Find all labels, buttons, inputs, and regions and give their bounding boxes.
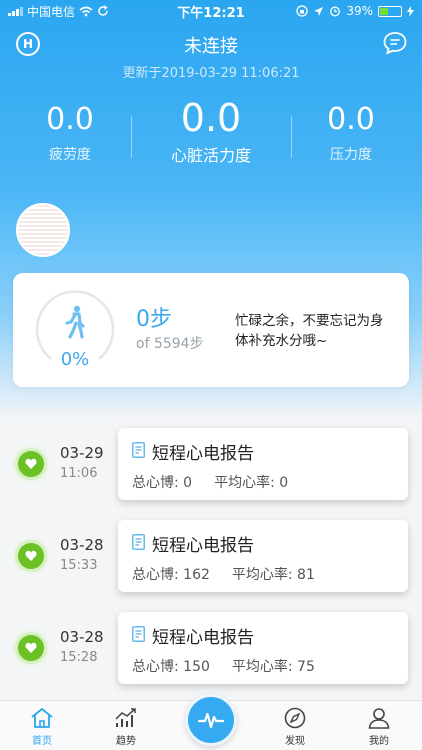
list-item[interactable]: 03-28 15:33 短程心电报告 总心博: 162 平均心率: 81 xyxy=(0,520,422,600)
stress-metric[interactable]: 0.0 压力度 xyxy=(311,100,391,164)
average-heart-rate: 平均心率: 75 xyxy=(231,659,315,675)
record-time: 11:06 xyxy=(60,466,98,481)
heart-badge xyxy=(15,632,47,664)
location-icon xyxy=(314,6,324,16)
fatigue-metric[interactable]: 0.0 疲劳度 xyxy=(30,100,110,164)
report-title: 短程心电报告 xyxy=(152,536,254,556)
document-icon xyxy=(132,442,145,458)
report-stats: 总心博: 150 平均心率: 75 xyxy=(132,656,315,676)
document-icon xyxy=(132,534,145,550)
heart-badge xyxy=(15,540,47,572)
hydration-tip: 忙碌之余，不要忘记为身体补充水分哦~ xyxy=(235,313,384,349)
rotation-lock-icon xyxy=(296,5,308,17)
record-time: 15:33 xyxy=(60,558,98,573)
connection-title: 未连接 xyxy=(184,36,238,57)
wifi-icon xyxy=(79,6,93,16)
list-item[interactable]: 03-29 11:06 短程心电报告 总心博: 0 平均心率: 0 xyxy=(0,428,422,508)
sync-icon xyxy=(98,5,108,16)
user-icon xyxy=(368,708,390,729)
carrier-label: 中国电信 xyxy=(27,4,76,19)
fatigue-value: 0.0 xyxy=(46,102,94,137)
measure-ecg-button[interactable] xyxy=(185,694,237,746)
report-stats: 总心博: 162 平均心率: 81 xyxy=(132,564,315,584)
step-goal: of 5594步 xyxy=(136,336,204,352)
trend-icon xyxy=(115,708,136,727)
ecg-report-card[interactable]: 短程心电报告 总心博: 162 平均心率: 81 xyxy=(118,520,408,592)
avatar[interactable] xyxy=(16,203,70,257)
step-card[interactable]: 0% 0步 of 5594步 忙碌之余，不要忘记为身体补充水分哦~ xyxy=(13,273,409,387)
divider xyxy=(131,116,132,158)
status-bar: 中国电信 下午12:21 39% xyxy=(0,0,422,22)
heart-icon xyxy=(25,458,37,469)
tab-mine[interactable]: 我的 xyxy=(349,707,409,747)
metrics-panel: 0.0 疲劳度 0.0 心脏活力度 0.0 压力度 xyxy=(0,96,422,174)
tab-home-label: 首页 xyxy=(32,736,52,747)
battery-percent: 39% xyxy=(346,4,373,18)
report-title: 短程心电报告 xyxy=(152,444,254,464)
battery-icon xyxy=(378,5,402,17)
signal-icon xyxy=(8,6,23,16)
tab-trend[interactable]: 趋势 xyxy=(96,707,156,747)
total-beats: 总心博: 150 xyxy=(132,659,210,675)
compass-icon xyxy=(284,707,306,729)
average-heart-rate: 平均心率: 0 xyxy=(214,475,289,491)
tab-trend-label: 趋势 xyxy=(116,736,136,747)
heart-icon xyxy=(25,642,37,653)
tab-discover[interactable]: 发现 xyxy=(265,707,325,747)
tab-mine-label: 我的 xyxy=(369,736,389,747)
total-beats: 总心博: 162 xyxy=(132,567,210,583)
fatigue-label: 疲劳度 xyxy=(49,147,91,163)
record-date: 03-28 xyxy=(60,536,104,554)
record-date: 03-29 xyxy=(60,444,104,462)
stress-value: 0.0 xyxy=(327,102,375,137)
last-updated: 更新于2019-03-29 11:06:21 xyxy=(122,66,300,81)
top-bar: H 未连接 xyxy=(0,28,422,62)
step-percent: 0% xyxy=(60,349,90,370)
report-stats: 总心博: 0 平均心率: 0 xyxy=(132,472,288,492)
average-heart-rate: 平均心率: 81 xyxy=(231,567,315,583)
heart-vitality-metric[interactable]: 0.0 心脏活力度 xyxy=(151,96,271,166)
status-time: 下午12:21 xyxy=(177,5,245,21)
heart-badge xyxy=(15,448,47,480)
list-item[interactable]: 03-28 15:28 短程心电报告 总心博: 150 平均心率: 75 xyxy=(0,612,422,692)
ecg-report-card[interactable]: 短程心电报告 总心博: 150 平均心率: 75 xyxy=(118,612,408,684)
record-date: 03-28 xyxy=(60,628,104,646)
heartbeat-icon xyxy=(198,712,224,729)
heart-icon xyxy=(25,550,37,561)
divider xyxy=(291,116,292,158)
charging-icon xyxy=(407,5,414,17)
step-progress-ring: 0% xyxy=(33,289,117,373)
heart-vitality-label: 心脏活力度 xyxy=(170,146,251,165)
message-icon[interactable] xyxy=(382,30,408,56)
heart-vitality-value: 0.0 xyxy=(180,96,242,140)
walking-icon xyxy=(65,305,85,339)
avatar-image xyxy=(18,205,68,255)
tab-discover-label: 发现 xyxy=(285,736,305,747)
tab-home[interactable]: 首页 xyxy=(12,707,72,747)
ecg-report-card[interactable]: 短程心电报告 总心博: 0 平均心率: 0 xyxy=(118,428,408,500)
total-beats: 总心博: 0 xyxy=(132,475,193,491)
home-icon xyxy=(31,708,53,728)
record-time: 15:28 xyxy=(60,650,98,665)
step-count: 0步 xyxy=(136,307,172,332)
report-title: 短程心电报告 xyxy=(152,628,254,648)
stress-label: 压力度 xyxy=(330,147,372,163)
document-icon xyxy=(132,626,145,642)
alarm-icon xyxy=(330,6,341,17)
